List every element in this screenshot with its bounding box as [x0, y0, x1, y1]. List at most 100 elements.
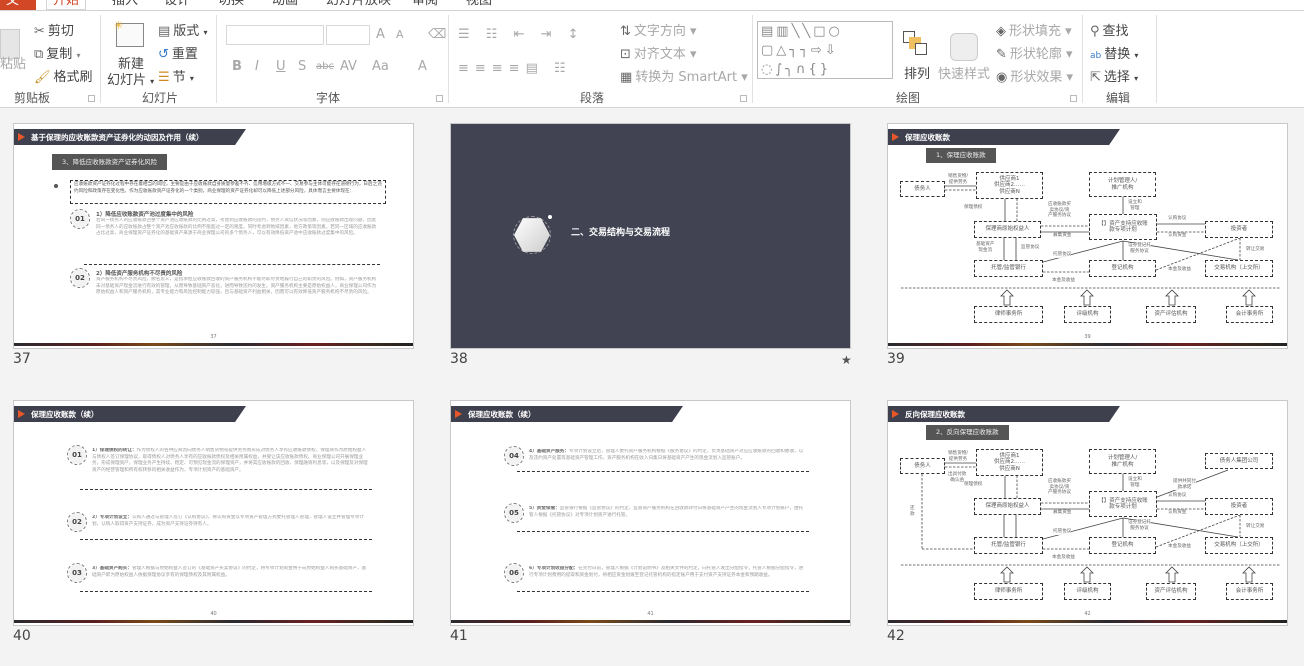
slide-number: 38 [450, 351, 468, 367]
shape-fill-label: 形状填充 [1009, 24, 1062, 39]
hollow-arrow-icon [1242, 566, 1256, 583]
shrink-font-button[interactable]: A [396, 28, 404, 41]
play-triangle-icon [18, 410, 25, 418]
font-size-select[interactable] [326, 25, 370, 45]
alignment-buttons[interactable]: ≡≡≡≡▤ ☷ [458, 61, 572, 76]
layout-icon: ▤ [158, 24, 171, 39]
shape-effects-label: 形状效果 [1010, 70, 1063, 85]
smartart-button[interactable]: ▦ 转换为 SmartArt ▾ [620, 66, 748, 85]
clear-format-icon[interactable]: ⌫ [428, 27, 446, 42]
slide-thumbnail-37[interactable]: 基于保理的应收账款资产证券化的动因及作用（续） 37 3、降低应收账款资产证券化风险… [13, 123, 414, 349]
format-painter-button[interactable]: 🖌 格式刷 [34, 66, 93, 85]
cut-button[interactable]: ✂ 剪切 [34, 20, 74, 39]
slide-sorter: 基于保理的应收账款资产证券化的动因及作用（续） 37 3、降低应收账款资产证券化风险… [0, 108, 1304, 666]
font-color-button[interactable]: A [418, 59, 427, 74]
outline-icon: ✎ [996, 47, 1007, 62]
align-text-button[interactable]: ⊡ 对齐文本 ▾ [620, 43, 697, 62]
change-case-button[interactable]: Aa [372, 59, 389, 74]
group-divider [1156, 15, 1157, 103]
slide-thumbnail-40[interactable]: 保理应收账款（续） 40 01 1）保理债权的转让：作为债权人的各供应商因向债务人销售… [13, 400, 414, 626]
underline-button[interactable]: U [276, 59, 286, 74]
tab-home[interactable]: 开始 [46, 0, 87, 10]
replace-button[interactable]: ab 替换 ▾ [1090, 43, 1138, 62]
hollow-arrow-icon [1242, 289, 1256, 306]
character-spacing-button[interactable]: AV [340, 59, 357, 74]
dialog-launcher-icon[interactable] [436, 95, 443, 102]
tab-review[interactable]: 审阅 [406, 0, 444, 10]
play-triangle-icon [18, 133, 25, 141]
diagram-box-exchange: 交易机构（上交所） [1205, 260, 1273, 277]
layout-button[interactable]: ▤ 版式 ▾ [158, 20, 207, 39]
diagram-box-debtor: 债务人 [900, 458, 945, 474]
diagram-box-appraisal: 资产评估机构 [1146, 583, 1196, 600]
diagram-box-registry: 登记机构 [1089, 260, 1156, 277]
slide-thumbnail-42[interactable]: 反向保理应收账款 42 2、反向保理应收账款 债务人 供应商1 供应商2…… 供应商N 计… [887, 400, 1288, 626]
slide-thumbnail-41[interactable]: 保理应收账款（续） 41 04 4）基础资产服务：专项计划设立后，管理人委托资产服务机… [450, 400, 851, 626]
divider-line [517, 471, 809, 472]
italic-button[interactable]: I [255, 59, 259, 74]
group-divider [216, 15, 217, 103]
tab-transitions[interactable]: 切换 [212, 0, 250, 10]
diagram-box-manager: 计划管理人/ 推广机构 [1089, 172, 1156, 197]
diagram-box-suppliers: 供应商1 供应商2…… 供应商N [976, 172, 1043, 199]
find-button[interactable]: ⚲ 查找 [1090, 20, 1129, 39]
edge-label-transfer: 转让交易 [1246, 247, 1265, 253]
list-buttons[interactable]: ☰ ☷ ⇤ ⇥ ↕ [458, 27, 585, 42]
diagram-box-bank: 托管/监管银行 [974, 260, 1043, 277]
tab-animations[interactable]: 动画 [266, 0, 304, 10]
smartart-label: 转换为 SmartArt [635, 70, 738, 85]
group-divider [100, 15, 101, 103]
slide-thumbnail-38[interactable]: 二、交易结构与交易流程 [450, 123, 851, 349]
tab-file[interactable]: 文件 [0, 0, 36, 10]
slide-header-bar: 保理应收账款（续） [14, 406, 246, 423]
tab-design[interactable]: 设计 [158, 0, 196, 10]
section-icon: ☰ [158, 70, 170, 85]
shadow-button[interactable]: S [298, 59, 306, 74]
select-label: 选择 [1103, 70, 1130, 85]
shape-outline-button[interactable]: ✎ 形状轮廓 ▾ [996, 43, 1073, 62]
dialog-launcher-icon[interactable] [88, 95, 95, 102]
shapes-gallery[interactable]: ▤▥╲╲□○ ▢△┐┐⇨⇩ ◌∫╮∩{} [757, 21, 893, 79]
arrange-button[interactable]: 排列 [904, 63, 930, 82]
font-name-select[interactable] [226, 25, 324, 45]
diagram-box-rating: 评级机构 [1064, 583, 1111, 600]
tab-view[interactable]: 视图 [460, 0, 498, 10]
text-direction-button[interactable]: ⇅ 文字方向 ▾ [620, 20, 697, 39]
diagram-box-spv: 【】资产支持应收账 款专项计划 [1089, 491, 1157, 517]
play-triangle-icon [455, 410, 462, 418]
text-direction-label: 文字方向 [633, 24, 686, 39]
select-button[interactable]: ⇱ 选择 ▾ [1090, 66, 1138, 85]
edge-label-raise: 募集资金 [1053, 233, 1072, 239]
group-label-clipboard: 剪贴板 [14, 91, 51, 105]
tab-slideshow[interactable]: 幻灯片放映 [320, 0, 397, 10]
diagram-box-law: 律师事务所 [974, 306, 1043, 323]
diagram-box-originator: 保理商原始权益人 [974, 221, 1041, 238]
slide-thumbnail-39[interactable]: 保理应收账款 39 1、保理应收账款 债务人 供应商1 供应商2…… 供应商N 计划管理人… [887, 123, 1288, 349]
grow-font-button[interactable]: A [376, 27, 385, 42]
quick-styles-icon[interactable] [950, 33, 978, 61]
tab-insert[interactable]: 插入 [106, 0, 144, 10]
dialog-launcher-icon[interactable] [1070, 95, 1077, 102]
new-slide-icon[interactable]: ✳ [114, 19, 144, 47]
shape-fill-button[interactable]: ◈ 形状填充 ▾ [996, 20, 1072, 39]
new-slide-dropdown[interactable]: 幻灯片 ▾ [107, 69, 154, 88]
paste-button[interactable]: 粘贴 [0, 53, 26, 72]
new-slide-label-2: 幻灯片 [107, 73, 147, 88]
dialog-launcher-icon[interactable] [740, 95, 747, 102]
copy-button[interactable]: ⧉ 复制 ▾ [34, 43, 80, 62]
section-button[interactable]: ☰ 节 ▾ [158, 66, 194, 85]
diagram-box-rating: 评级机构 [1064, 306, 1111, 323]
group-divider [448, 15, 449, 103]
reset-button[interactable]: ↺ 重置 [158, 43, 198, 62]
effects-icon: ◉ [996, 70, 1008, 85]
bold-button[interactable]: B [232, 59, 242, 74]
strikethrough-button[interactable]: abc [316, 61, 334, 72]
slide-number: 40 [13, 628, 31, 644]
quick-styles-button[interactable]: 快速样式 [938, 63, 990, 82]
shape-effects-button[interactable]: ◉ 形状效果 ▾ [996, 66, 1073, 85]
item-text: 专项计划设立后，管理人委托资产服务机构根据《服务协议》的约定，负责基础资产对应应… [529, 449, 804, 461]
item-text: 管理人根据与原始权益人签订的《基础资产买卖协议》的约定，将专项计划资金用于向原始… [92, 566, 367, 578]
group-label-drawing: 绘图 [896, 91, 921, 105]
item-body: 6）专项计划收益分配：在兑付日前，管理人根据《计划说明书》及相关文件的约定，向托… [529, 566, 805, 588]
arrange-icon[interactable] [903, 31, 927, 55]
